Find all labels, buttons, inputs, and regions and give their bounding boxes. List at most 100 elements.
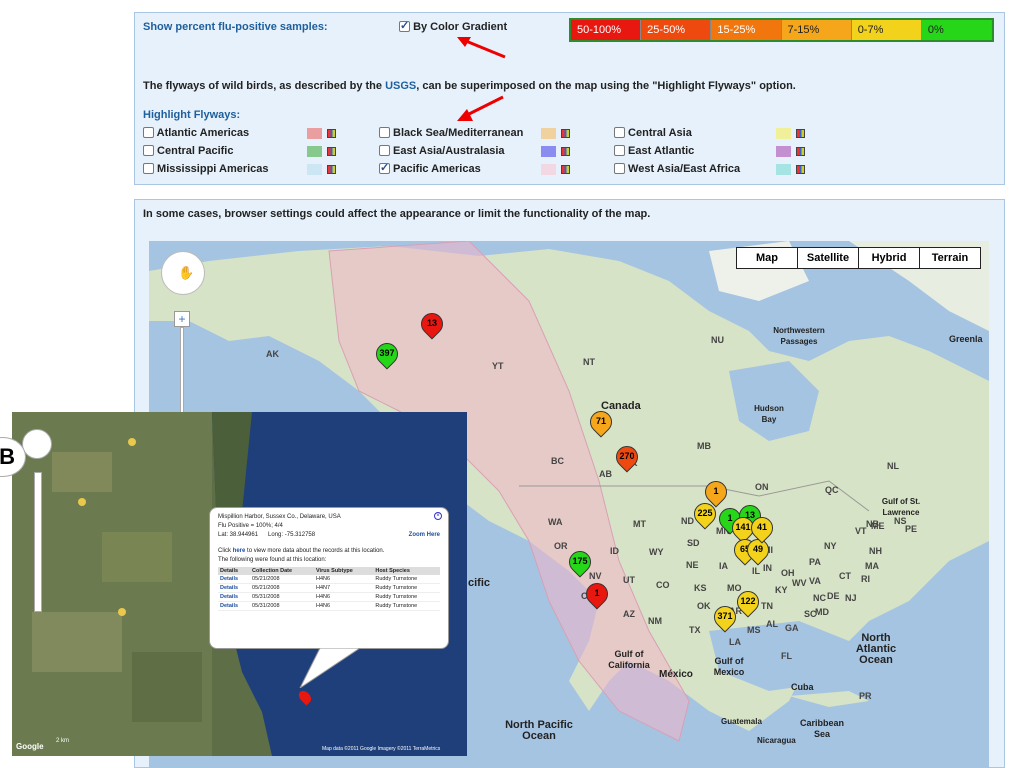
region-label: PR [859, 691, 872, 701]
flyway-checkbox[interactable] [143, 163, 154, 174]
region-label: NM [648, 616, 662, 626]
map-type-hybrid[interactable]: Hybrid [858, 247, 920, 269]
map-marker[interactable]: 371 [709, 601, 741, 634]
place-label: Gulf of Mexico [713, 656, 745, 677]
legend-segment: 0-7% [851, 20, 922, 40]
map-marker[interactable]: 71 [585, 406, 617, 439]
region-label: YT [492, 361, 504, 371]
table-cell: 05/21/2008 [250, 583, 314, 593]
region-label: IL [752, 566, 760, 576]
color-picker-icon[interactable] [327, 165, 336, 174]
marker-count: 41 [756, 522, 767, 532]
map-marker[interactable]: 122 [732, 586, 764, 619]
flyway-option[interactable]: Central Pacific [143, 145, 233, 157]
place-label: Hudson Bay [754, 404, 784, 424]
pan-control[interactable]: ✋ [161, 251, 205, 295]
legend-segment: 50-100% [571, 20, 642, 40]
details-link[interactable]: Details [218, 592, 251, 602]
place-label: México [659, 669, 693, 680]
flyway-option[interactable]: East Asia/Australasia [379, 145, 505, 157]
usgs-link[interactable]: USGS [385, 80, 416, 92]
region-label: LA [729, 637, 741, 647]
flyway-option[interactable]: Pacific Americas [379, 161, 481, 175]
map-marker[interactable]: 1 [581, 578, 613, 611]
region-label: NT [583, 357, 595, 367]
marker-count: 371 [717, 611, 733, 621]
region-label: MS [747, 625, 761, 635]
flyway-checkbox[interactable] [143, 127, 154, 138]
map-type-map[interactable]: Map [736, 247, 798, 269]
marker-count: 225 [697, 508, 713, 518]
flyway-option[interactable]: Black Sea/Mediterranean [379, 127, 523, 139]
flyway-color-swatch [307, 164, 322, 175]
color-picker-icon[interactable] [561, 147, 570, 156]
region-label: WA [548, 517, 563, 527]
color-gradient-option[interactable]: By Color Gradient [399, 19, 507, 33]
details-link[interactable]: Details [218, 583, 251, 593]
table-cell: H4N7 [313, 583, 374, 593]
color-picker-icon[interactable] [796, 165, 805, 174]
flyway-option[interactable]: Central Asia [614, 127, 692, 139]
table-header-cell: Virus Subtype [313, 567, 374, 575]
marker-count: 13 [426, 318, 437, 328]
color-picker-icon[interactable] [561, 129, 570, 138]
details-link[interactable]: Details [218, 601, 251, 611]
flyway-checkbox[interactable] [614, 145, 625, 156]
flyway-label: Central Pacific [154, 145, 234, 157]
flyway-checkbox[interactable] [614, 127, 625, 138]
map-marker[interactable]: 41 [746, 512, 778, 545]
color-picker-icon[interactable] [561, 165, 570, 174]
flyway-option[interactable]: Mississippi Americas [143, 163, 269, 175]
map-type-satellite[interactable]: Satellite [797, 247, 859, 269]
flyway-label: West Asia/East Africa [625, 163, 741, 175]
table-header-cell: Details [218, 567, 251, 575]
flyway-checkbox[interactable] [379, 127, 390, 138]
place-label: Northwestern Passages [773, 326, 825, 346]
annotation-arrow [457, 37, 506, 59]
region-label: NH [869, 546, 882, 556]
map-marker[interactable]: 175 [564, 546, 596, 579]
map-marker[interactable]: 13 [416, 308, 448, 341]
region-label: TX [689, 625, 701, 635]
flyway-option[interactable]: East Atlantic [614, 145, 694, 157]
color-picker-icon[interactable] [796, 129, 805, 138]
map-marker[interactable]: 397 [371, 338, 403, 371]
color-picker-icon[interactable] [796, 147, 805, 156]
map-attribution: Map data ©2011 Google Imagery ©2011 Terr… [322, 746, 441, 752]
color-picker-icon[interactable] [327, 147, 336, 156]
flyway-label: East Asia/Australasia [390, 145, 505, 157]
flyway-checkbox[interactable] [614, 163, 625, 174]
flyway-checkbox[interactable] [379, 145, 390, 156]
flyway-checkbox[interactable] [379, 161, 390, 174]
flyway-option[interactable]: Atlantic Americas [143, 127, 249, 139]
inset-pan-control[interactable] [22, 429, 52, 459]
zoom-here-link[interactable]: Zoom Here [409, 532, 440, 538]
table-header-cell: Host Species [373, 567, 440, 575]
close-icon[interactable]: × [434, 512, 442, 520]
annotation-arrow [457, 95, 504, 121]
region-label: NB [866, 519, 879, 529]
flyway-color-swatch [776, 164, 791, 175]
map-marker[interactable]: 270 [611, 441, 643, 474]
region-label: NU [711, 335, 724, 345]
flyway-label: Central Asia [625, 127, 692, 139]
details-link[interactable]: Details [218, 575, 251, 584]
map-marker[interactable]: 1 [700, 476, 732, 509]
table-row: Details 05/21/2008 H4N7 Ruddy Turnstone [218, 583, 440, 593]
flyway-color-swatch [307, 128, 322, 139]
flyway-checkbox[interactable] [143, 145, 154, 156]
place-label: North Pacific Ocean [505, 719, 573, 742]
zoom-in-button[interactable]: + [174, 311, 190, 327]
map-type-terrain[interactable]: Terrain [919, 247, 981, 269]
color-gradient-checkbox[interactable] [399, 19, 410, 32]
marker-count: 270 [619, 451, 635, 461]
here-link[interactable]: here [233, 548, 246, 554]
browser-notice: In some cases, browser settings could af… [143, 208, 651, 220]
region-label: WY [649, 547, 664, 557]
color-picker-icon[interactable] [327, 129, 336, 138]
region-label: OR [554, 541, 568, 551]
flyway-option[interactable]: West Asia/East Africa [614, 163, 740, 175]
popup-coords: Lat: 38.944961 Long: -75.312758 Zoom Her… [218, 532, 440, 538]
region-label: MT [633, 519, 646, 529]
inset-zoom-slider[interactable] [34, 472, 42, 612]
